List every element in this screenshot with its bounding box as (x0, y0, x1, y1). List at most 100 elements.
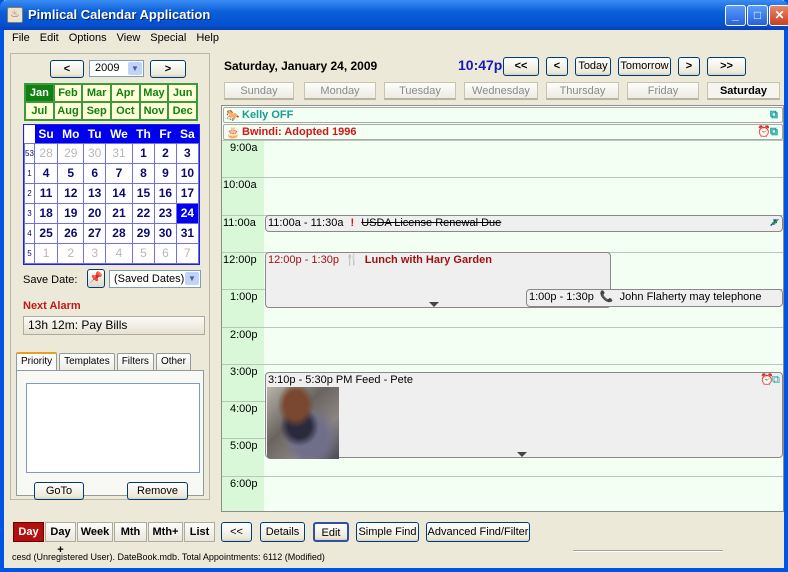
collapse-sidebar-button[interactable]: << (221, 522, 252, 542)
month-apr[interactable]: Apr (110, 84, 140, 102)
copy-icon[interactable]: ⧉ (770, 125, 778, 139)
expand-arrow-icon[interactable] (517, 452, 527, 457)
calendar-day[interactable]: 31 (175, 222, 200, 244)
month-dec[interactable]: Dec (168, 102, 197, 120)
pin-icon[interactable]: 📌 (87, 269, 105, 288)
alarm-clock-icon[interactable]: ⏰ (757, 125, 771, 139)
week-number[interactable]: 2 (24, 182, 35, 204)
appointment-john-flaherty[interactable]: 1:00p - 1:30p 📞 John Flaherty may teleph… (526, 289, 783, 307)
chevron-down-icon[interactable]: ▼ (185, 272, 199, 285)
edit-button[interactable]: Edit (313, 522, 349, 542)
calendar-day[interactable]: 20 (83, 202, 107, 224)
appointment-pm-feed[interactable]: 3:10p - 5:30p PM Feed - Pete ⏰ ⧉ (265, 372, 783, 459)
month-jun[interactable]: Jun (168, 84, 197, 102)
copy-icon[interactable]: ⧉ (772, 373, 780, 387)
calendar-day[interactable]: 5 (131, 242, 156, 264)
calendar-day[interactable]: 1 (131, 142, 156, 164)
calendar-day[interactable]: 1 (33, 242, 59, 264)
prev-week-button[interactable]: << (503, 57, 539, 76)
checkmark-icon[interactable]: ✔ (771, 216, 780, 230)
allday-event-kelly-off[interactable]: 🐎 Kelly OFF ⧉ (223, 107, 783, 123)
next-week-button[interactable]: >> (707, 57, 746, 76)
calendar-day[interactable]: 7 (105, 162, 133, 184)
saved-dates-select[interactable]: (Saved Dates) ▼ (109, 270, 201, 288)
calendar-day[interactable]: 12 (57, 182, 85, 204)
goto-button[interactable]: GoTo (34, 482, 84, 500)
close-button[interactable]: ✕ (769, 5, 788, 26)
prev-year-button[interactable]: < (50, 60, 84, 78)
day-header-thursday[interactable]: Thursday (546, 82, 619, 100)
calendar-day[interactable]: 18 (33, 202, 59, 224)
calendar-day[interactable]: 30 (83, 142, 107, 164)
next-alarm-button[interactable]: 13h 12m: Pay Bills (23, 316, 205, 335)
calendar-day[interactable]: 14 (105, 182, 133, 204)
view-button-mthplus[interactable]: Mth+ (148, 522, 183, 542)
minimize-button[interactable]: _ (725, 5, 746, 26)
copy-icon[interactable]: ⧉ (770, 108, 778, 122)
week-number[interactable]: 3 (24, 202, 35, 224)
view-button-day[interactable]: Day (13, 522, 44, 542)
month-jan[interactable]: Jan (25, 84, 54, 102)
calendar-day[interactable]: 10 (175, 162, 200, 184)
calendar-day[interactable]: 19 (57, 202, 85, 224)
day-header-saturday[interactable]: Saturday (707, 82, 780, 100)
week-number[interactable]: 53 (24, 142, 35, 164)
calendar-day[interactable]: 13 (83, 182, 107, 204)
day-header-tuesday[interactable]: Tuesday (384, 82, 456, 100)
day-header-wednesday[interactable]: Wednesday (464, 82, 538, 100)
view-button-list[interactable]: List (184, 522, 215, 542)
maximize-button[interactable]: □ (747, 5, 768, 26)
calendar-day[interactable]: 22 (131, 202, 156, 224)
calendar-day[interactable]: 6 (154, 242, 177, 264)
month-oct[interactable]: Oct (110, 102, 140, 120)
calendar-day[interactable]: 30 (154, 222, 177, 244)
week-number[interactable]: 5 (24, 242, 35, 264)
tab-templates[interactable]: Templates (59, 353, 115, 370)
day-header-monday[interactable]: Monday (304, 82, 376, 100)
calendar-day[interactable]: 3 (175, 142, 200, 164)
appointment-usda[interactable]: 11:00a - 11:30a ! USDA License Renewal D… (265, 215, 783, 232)
day-header-sunday[interactable]: Sunday (224, 82, 294, 100)
calendar-day[interactable]: 7 (175, 242, 200, 264)
tab-filters[interactable]: Filters (116, 353, 154, 370)
simple-find-button[interactable]: Simple Find (356, 522, 419, 542)
calendar-day[interactable]: 3 (83, 242, 107, 264)
calendar-day[interactable]: 15 (131, 182, 156, 204)
calendar-day[interactable]: 29 (131, 222, 156, 244)
calendar-day[interactable]: 4 (105, 242, 133, 264)
calendar-day[interactable]: 28 (33, 142, 59, 164)
menu-edit[interactable]: Edit (36, 30, 65, 48)
week-number[interactable]: 4 (24, 222, 35, 244)
menu-options[interactable]: Options (65, 30, 113, 48)
details-button[interactable]: Details (260, 522, 305, 542)
next-year-button[interactable]: > (150, 60, 186, 78)
menu-file[interactable]: File (8, 30, 36, 48)
tab-other[interactable]: Other (155, 353, 191, 370)
calendar-day[interactable]: 25 (33, 222, 59, 244)
calendar-day[interactable]: 16 (154, 182, 177, 204)
calendar-day[interactable]: 17 (175, 182, 200, 204)
calendar-day[interactable]: 8 (131, 162, 156, 184)
next-day-button[interactable]: > (678, 57, 700, 76)
calendar-day[interactable]: 24 (175, 202, 200, 224)
menu-special[interactable]: Special (146, 30, 192, 48)
calendar-day[interactable]: 21 (105, 202, 133, 224)
week-number[interactable]: 1 (24, 162, 35, 184)
calendar-day[interactable]: 2 (57, 242, 85, 264)
priority-list[interactable] (26, 383, 200, 473)
month-feb[interactable]: Feb (53, 84, 83, 102)
view-button-mth[interactable]: Mth (114, 522, 147, 542)
expand-arrow-icon[interactable] (429, 302, 439, 307)
day-header-friday[interactable]: Friday (627, 82, 699, 100)
advanced-find-button[interactable]: Advanced Find/Filter (426, 522, 530, 542)
calendar-day[interactable]: 11 (33, 182, 59, 204)
calendar-day[interactable]: 6 (83, 162, 107, 184)
calendar-day[interactable]: 31 (105, 142, 133, 164)
view-button-week[interactable]: Week (77, 522, 113, 542)
menu-view[interactable]: View (113, 30, 147, 48)
month-nov[interactable]: Nov (139, 102, 169, 120)
calendar-day[interactable]: 5 (57, 162, 85, 184)
calendar-day[interactable]: 23 (154, 202, 177, 224)
calendar-day[interactable]: 2 (154, 142, 177, 164)
calendar-day[interactable]: 26 (57, 222, 85, 244)
